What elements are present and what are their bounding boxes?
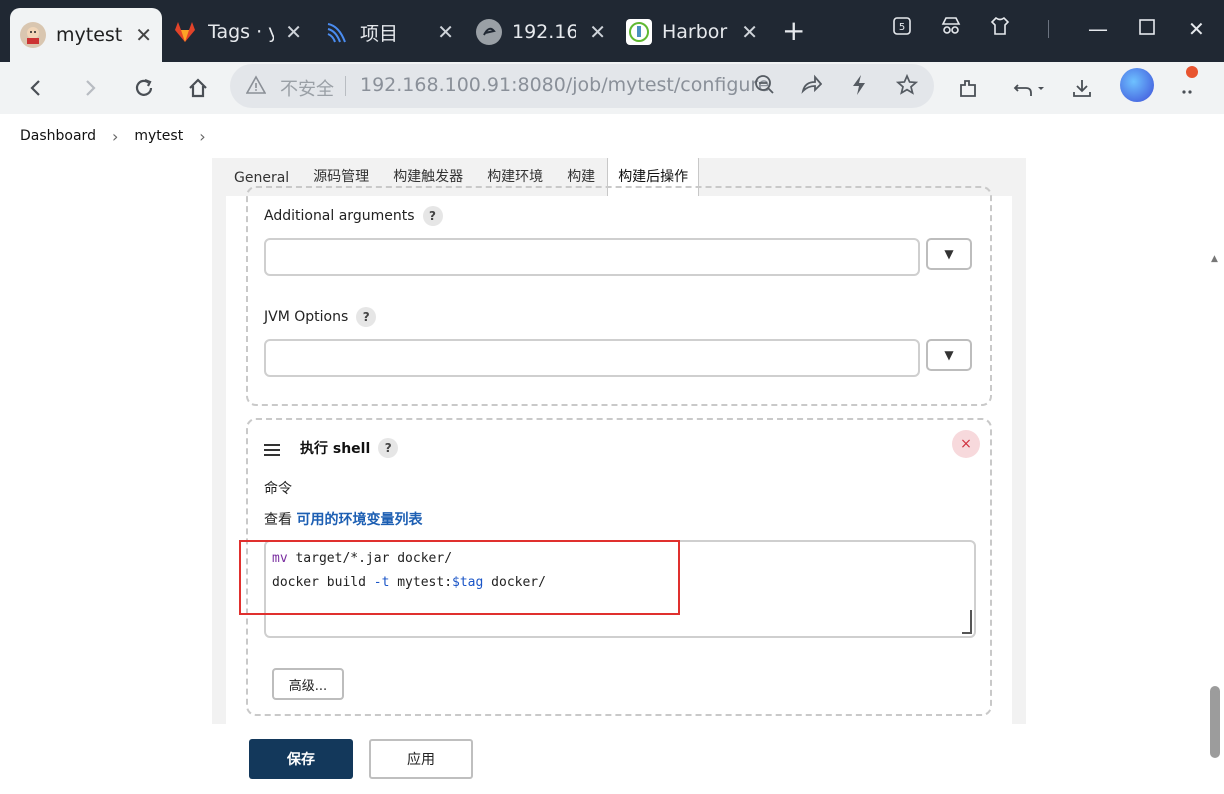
undo-menu-icon[interactable] xyxy=(1006,70,1052,106)
back-icon[interactable] xyxy=(18,70,54,106)
browser-tab-project[interactable]: 项目 ✕ xyxy=(314,10,464,54)
page-scrollbar[interactable] xyxy=(1210,686,1220,758)
harbor-icon xyxy=(626,19,652,45)
close-icon[interactable]: ✕ xyxy=(285,20,302,44)
command-label: 命令 xyxy=(264,481,292,497)
incognito-icon[interactable] xyxy=(940,14,962,44)
new-tab-icon[interactable]: + xyxy=(782,16,805,46)
warning-icon xyxy=(245,75,268,97)
additional-arguments-text: Additional arguments xyxy=(264,208,415,224)
close-icon[interactable]: ✕ xyxy=(135,23,152,47)
download-icon[interactable] xyxy=(1064,70,1100,106)
highlight-box xyxy=(239,540,680,615)
save-button[interactable]: 保存 xyxy=(249,739,353,779)
reload-icon[interactable] xyxy=(126,70,162,106)
tab-title: 192.16 xyxy=(512,21,576,43)
browser-tab-gitlab[interactable]: Tags · y ✕ xyxy=(162,10,312,54)
additional-arguments-input[interactable] xyxy=(264,238,920,276)
additional-arguments-dropdown[interactable]: ▼ xyxy=(926,238,972,270)
tab-title: Tags · y xyxy=(208,21,274,43)
close-icon[interactable]: ✕ xyxy=(741,20,758,44)
breadcrumb-mytest[interactable]: mytest xyxy=(134,128,183,144)
advanced-button[interactable]: 高级... xyxy=(272,668,344,700)
e-icon xyxy=(476,19,502,45)
browser-tab-harbor[interactable]: Harbor ✕ xyxy=(616,10,768,54)
address-divider xyxy=(345,76,346,96)
delete-step-button[interactable]: × xyxy=(952,430,980,458)
browser-tab-strip: mytest ✕ Tags · y ✕ 项目 ✕ 192.16 ✕ Harbor… xyxy=(0,0,1224,62)
shirt-icon[interactable] xyxy=(990,14,1010,44)
breadcrumb: Dashboard › mytest › xyxy=(0,114,1224,158)
jvm-options-input[interactable] xyxy=(264,339,920,377)
chevron-right-icon[interactable]: › xyxy=(199,127,205,146)
env-vars-line: 查看 可用的环境变量列表 xyxy=(264,509,422,529)
jvm-options-text: JVM Options xyxy=(264,309,349,325)
shell-step-title-text: 执行 shell xyxy=(300,441,371,457)
resize-grip-icon[interactable] xyxy=(962,610,972,634)
tab-title: Harbor xyxy=(662,21,728,43)
tab-count-icon[interactable]: 5 xyxy=(892,14,912,44)
jenkins-icon xyxy=(20,22,46,48)
scroll-up-arrow-icon[interactable]: ▲ xyxy=(1211,254,1218,264)
window-close-icon[interactable]: ✕ xyxy=(1188,14,1205,44)
star-icon[interactable] xyxy=(895,73,919,101)
url-text[interactable]: 192.168.100.91:8080/job/mytest/configure xyxy=(360,74,770,96)
close-icon[interactable]: ✕ xyxy=(437,20,454,44)
tab-title: 项目 xyxy=(360,22,399,45)
zoom-out-icon[interactable] xyxy=(754,74,774,99)
maven-options-section: Additional arguments ? ▼ JVM Options ? ▼ xyxy=(246,186,992,406)
jenkins-page: Dashboard › mytest › General 源码管理 构建触发器 … xyxy=(0,114,1224,794)
config-panel: Additional arguments ? ▼ JVM Options ? ▼… xyxy=(226,186,1012,794)
jvm-options-dropdown[interactable]: ▼ xyxy=(926,339,972,371)
minimize-icon[interactable]: — xyxy=(1088,14,1108,44)
help-icon[interactable]: ? xyxy=(378,438,399,458)
maximize-icon[interactable] xyxy=(1138,14,1156,44)
breadcrumb-dashboard[interactable]: Dashboard xyxy=(20,128,96,144)
gitlab-icon xyxy=(172,19,198,45)
chevron-right-icon[interactable]: › xyxy=(112,127,118,146)
browser-tab-mytest[interactable]: mytest ✕ xyxy=(10,8,162,62)
address-bar[interactable]: 不安全 192.168.100.91:8080/job/mytest/confi… xyxy=(230,64,934,108)
shell-step-title: 执行 shell ? xyxy=(300,438,399,458)
wave-icon xyxy=(324,19,350,45)
share-icon[interactable] xyxy=(800,74,823,99)
tab-title: mytest xyxy=(56,24,123,46)
forward-icon[interactable] xyxy=(72,70,108,106)
help-icon[interactable]: ? xyxy=(356,307,377,327)
additional-arguments-label: Additional arguments ? xyxy=(264,206,443,226)
config-form: General 源码管理 构建触发器 构建环境 构建 构建后操作 Additio… xyxy=(212,158,1026,794)
env-vars-link[interactable]: 可用的环境变量列表 xyxy=(296,512,422,528)
notification-dot xyxy=(1186,66,1198,78)
browser-toolbar: 不安全 192.168.100.91:8080/job/mytest/confi… xyxy=(0,62,1224,114)
toolbar-divider xyxy=(1048,20,1049,38)
close-icon[interactable]: ✕ xyxy=(589,20,606,44)
help-icon[interactable]: ? xyxy=(422,206,443,226)
svg-text:5: 5 xyxy=(899,22,905,33)
env-vars-prefix: 查看 xyxy=(264,512,292,528)
security-label[interactable]: 不安全 xyxy=(280,75,334,101)
form-action-bar: 保存 应用 xyxy=(212,724,1026,794)
home-icon[interactable] xyxy=(180,70,216,106)
apply-button[interactable]: 应用 xyxy=(369,739,473,779)
profile-avatar[interactable] xyxy=(1120,68,1154,102)
extensions-icon[interactable] xyxy=(950,70,986,106)
lightning-icon[interactable] xyxy=(850,74,868,101)
drag-handle-icon[interactable] xyxy=(264,444,280,458)
jvm-options-label: JVM Options ? xyxy=(264,307,377,327)
browser-tab-ip[interactable]: 192.16 ✕ xyxy=(466,10,616,54)
